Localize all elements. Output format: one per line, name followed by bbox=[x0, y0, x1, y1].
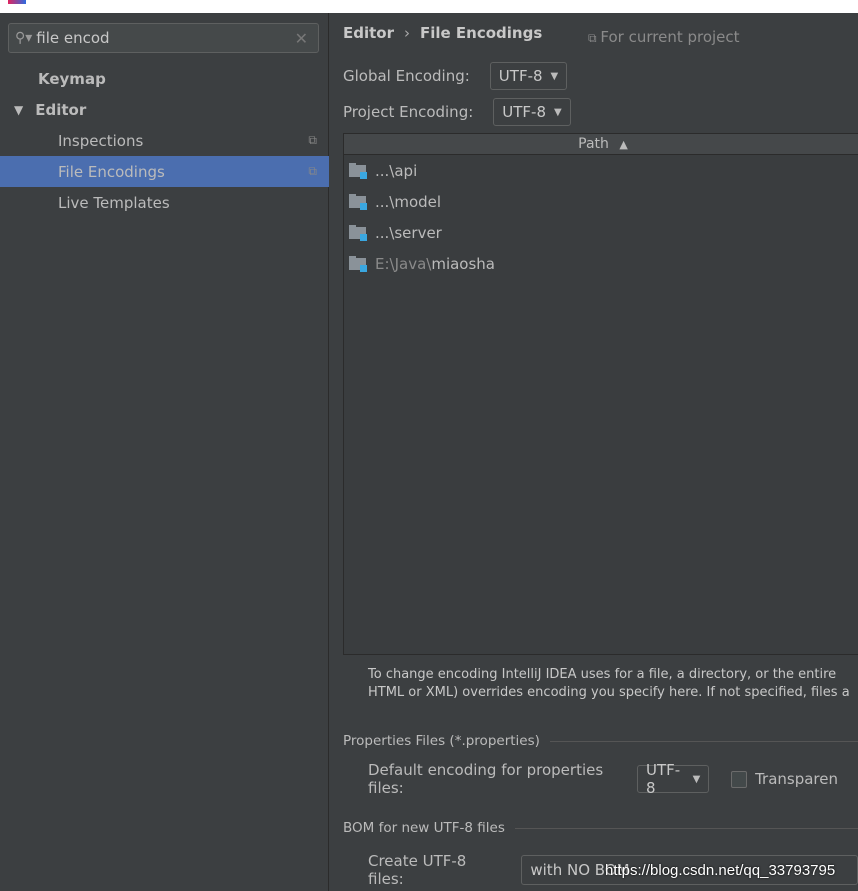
breadcrumb-separator: › bbox=[404, 24, 410, 42]
module-folder-icon bbox=[348, 162, 368, 180]
project-encoding-value: UTF-8 bbox=[502, 103, 547, 121]
global-encoding-dropdown[interactable]: UTF-8 ▼ bbox=[489, 62, 568, 90]
title-bar bbox=[0, 0, 858, 13]
path-prefix: ...\ bbox=[375, 223, 395, 242]
global-encoding-value: UTF-8 bbox=[498, 67, 543, 85]
sort-ascending-icon: ▲ bbox=[619, 138, 628, 151]
sidebar-item-label: Keymap bbox=[38, 69, 106, 88]
sidebar-item-keymap[interactable]: Keymap bbox=[0, 63, 329, 94]
properties-encoding-value: UTF-8 bbox=[646, 761, 681, 797]
path-prefix: ...\ bbox=[375, 192, 395, 211]
breadcrumb-parent[interactable]: Editor bbox=[343, 24, 394, 42]
path-prefix: ...\ bbox=[375, 161, 395, 180]
sidebar-item-label: Inspections bbox=[58, 131, 144, 150]
breadcrumb: Editor › File Encodings bbox=[343, 24, 542, 42]
project-folder-icon bbox=[348, 255, 368, 273]
bom-group-title: BOM for new UTF-8 files bbox=[343, 820, 858, 836]
properties-encoding-row: Default encoding for properties files: U… bbox=[368, 761, 858, 797]
watermark: https://blog.csdn.net/qq_33793795 bbox=[605, 862, 836, 879]
search-icon[interactable]: ⚲▾ bbox=[15, 30, 32, 46]
help-line: To change encoding IntelliJ IDEA uses fo… bbox=[368, 667, 837, 682]
project-scope-icon: ⧉ bbox=[308, 164, 317, 178]
group-title: BOM for new UTF-8 files bbox=[343, 820, 505, 836]
global-encoding-row: Global Encoding: UTF-8 ▼ bbox=[343, 62, 568, 90]
table-row[interactable]: ...\ model bbox=[344, 186, 858, 217]
transparent-conversion-label[interactable]: Transparen bbox=[755, 770, 838, 788]
sidebar-item-editor[interactable]: ▼ Editor bbox=[0, 94, 329, 125]
global-encoding-label: Global Encoding: bbox=[343, 67, 470, 85]
project-scope-icon: ⧉ bbox=[308, 133, 317, 147]
sidebar-item-inspections[interactable]: Inspections ⧉ bbox=[0, 125, 329, 156]
path-name: server bbox=[394, 223, 442, 242]
settings-content: Editor › File Encodings ⧉ For current proj… bbox=[330, 13, 858, 891]
path-name: api bbox=[394, 161, 418, 180]
clear-icon[interactable]: ✕ bbox=[295, 29, 308, 48]
for-current-project-text: For current project bbox=[600, 28, 740, 46]
path-column-header[interactable]: Path ▲ bbox=[344, 134, 858, 155]
settings-search-input[interactable]: ⚲▾ file encod ✕ bbox=[8, 23, 319, 53]
path-prefix: E:\Java\ bbox=[375, 254, 432, 273]
properties-encoding-dropdown[interactable]: UTF-8 ▼ bbox=[637, 761, 710, 797]
settings-sidebar: ⚲▾ file encod ✕ Keymap ▼ Editor Inspectio… bbox=[0, 13, 329, 891]
divider bbox=[514, 827, 858, 829]
table-row[interactable]: ...\ server bbox=[344, 217, 858, 248]
encoding-help-text: To change encoding IntelliJ IDEA uses fo… bbox=[368, 666, 850, 702]
breadcrumb-current: File Encodings bbox=[420, 24, 543, 42]
path-name: model bbox=[394, 192, 442, 211]
chevron-down-icon: ▼ bbox=[550, 70, 559, 82]
sidebar-item-label: Editor bbox=[35, 100, 87, 119]
project-encoding-row: Project Encoding: UTF-8 ▼ bbox=[343, 98, 571, 126]
sidebar-item-live-templates[interactable]: Live Templates bbox=[0, 187, 329, 218]
for-current-project-label: ⧉ For current project bbox=[588, 28, 740, 46]
properties-files-group-title: Properties Files (*.properties) bbox=[343, 733, 858, 749]
properties-encoding-label: Default encoding for properties files: bbox=[368, 761, 604, 797]
help-line: HTML or XML) overrides encoding you spec… bbox=[368, 685, 850, 700]
project-encoding-dropdown[interactable]: UTF-8 ▼ bbox=[493, 98, 571, 126]
divider bbox=[549, 740, 858, 742]
path-encoding-table[interactable]: Path ▲ ...\ api ...\ model ...\ server E:\J… bbox=[343, 133, 858, 655]
module-folder-icon bbox=[348, 224, 368, 242]
chevron-down-icon: ▼ bbox=[554, 106, 562, 118]
sidebar-item-label: File Encodings bbox=[58, 162, 165, 181]
sidebar-item-file-encodings[interactable]: File Encodings ⧉ bbox=[0, 156, 329, 187]
project-scope-icon: ⧉ bbox=[588, 31, 601, 45]
create-utf8-label: Create UTF-8 files: bbox=[368, 852, 467, 888]
module-folder-icon bbox=[348, 193, 368, 211]
table-row[interactable]: E:\Java\ miaosha bbox=[344, 248, 858, 279]
app-logo bbox=[8, 0, 26, 4]
group-title: Properties Files (*.properties) bbox=[343, 733, 540, 749]
chevron-down-icon: ▼ bbox=[692, 773, 701, 785]
sidebar-item-label: Live Templates bbox=[58, 193, 170, 212]
path-header-label: Path bbox=[578, 136, 609, 152]
table-row[interactable]: ...\ api bbox=[344, 155, 858, 186]
project-encoding-label: Project Encoding: bbox=[343, 103, 474, 121]
path-name: miaosha bbox=[431, 254, 495, 273]
search-value[interactable]: file encod bbox=[36, 29, 294, 47]
transparent-conversion-checkbox[interactable] bbox=[731, 770, 748, 788]
expand-triangle-icon[interactable]: ▼ bbox=[14, 103, 23, 117]
